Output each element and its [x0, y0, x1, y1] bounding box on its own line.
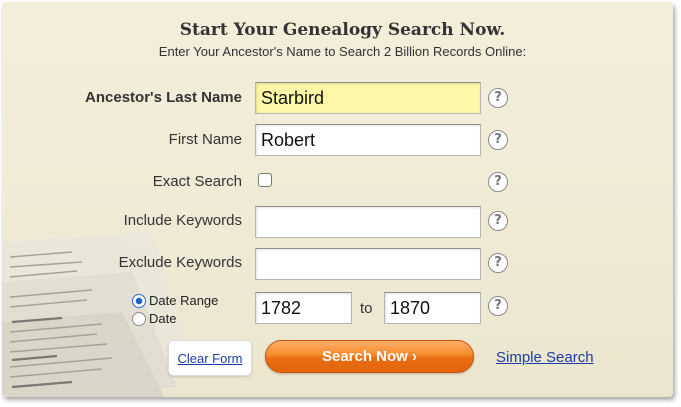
- exact-search-checkbox[interactable]: [258, 173, 272, 187]
- last-name-input[interactable]: Starbird: [255, 82, 481, 114]
- first-name-input[interactable]: Robert: [255, 124, 481, 156]
- include-keywords-label: Include Keywords: [123, 212, 242, 229]
- date-from-input[interactable]: 1782: [255, 292, 352, 324]
- page-subtitle: Enter Your Ancestor's Name to Search 2 B…: [158, 44, 527, 59]
- include-keywords-input[interactable]: [255, 206, 481, 238]
- simple-search-link[interactable]: Simple Search: [496, 349, 594, 366]
- date-radio[interactable]: [132, 312, 146, 326]
- clear-form-button[interactable]: Clear Form: [168, 340, 252, 376]
- search-panel: Start Your Genealogy Search Now. Enter Y…: [2, 2, 673, 397]
- help-icon[interactable]: ?: [488, 296, 508, 316]
- help-icon[interactable]: ?: [488, 253, 508, 273]
- date-to-input[interactable]: 1870: [384, 292, 481, 324]
- date-range-radio[interactable]: [132, 294, 146, 308]
- page-title: Start Your Genealogy Search Now.: [179, 20, 506, 40]
- help-icon[interactable]: ?: [488, 130, 508, 150]
- date-range-label: Date Range: [149, 293, 219, 308]
- help-icon[interactable]: ?: [488, 172, 508, 192]
- date-label: Date: [149, 311, 177, 326]
- help-icon[interactable]: ?: [488, 211, 508, 231]
- first-name-label: First Name: [168, 131, 242, 148]
- exclude-keywords-label: Exclude Keywords: [118, 254, 242, 271]
- search-now-button[interactable]: Search Now ›: [265, 340, 474, 373]
- exclude-keywords-input[interactable]: [255, 248, 481, 280]
- exact-search-label: Exact Search: [152, 173, 242, 190]
- date-to-separator: to: [360, 300, 373, 317]
- last-name-label: Ancestor's Last Name: [85, 89, 242, 106]
- help-icon[interactable]: ?: [488, 88, 508, 108]
